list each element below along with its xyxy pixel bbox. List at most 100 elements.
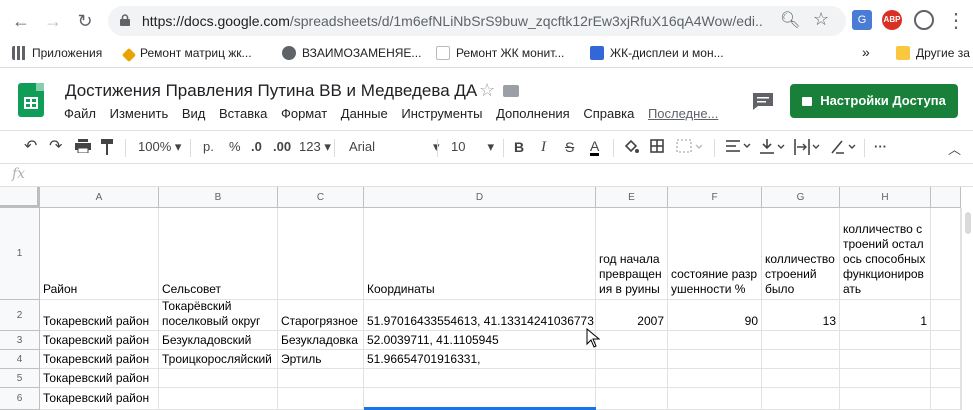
menu-addons[interactable]: Дополнения bbox=[496, 106, 570, 121]
horizontal-align-icon[interactable] bbox=[726, 139, 752, 156]
cell-i6[interactable] bbox=[931, 388, 961, 410]
cell-h1[interactable]: колличество строений осталось способных … bbox=[840, 208, 931, 300]
cell-f2[interactable]: 90 bbox=[668, 300, 762, 331]
menu-format[interactable]: Формат bbox=[281, 106, 327, 121]
cell-h6[interactable] bbox=[840, 388, 931, 410]
row-header-3[interactable]: 3 bbox=[0, 331, 40, 350]
row-header-4[interactable]: 4 bbox=[0, 350, 40, 369]
cell-a5[interactable]: Токаревский район bbox=[40, 369, 159, 388]
merge-cells-icon[interactable] bbox=[676, 139, 703, 156]
cell-c3[interactable]: Безукладовка bbox=[278, 331, 364, 350]
cell-e4[interactable] bbox=[596, 350, 668, 369]
bookmark-other-folder[interactable]: Другие за bbox=[896, 46, 970, 60]
select-all-corner[interactable] bbox=[0, 187, 40, 208]
globe-extension-icon[interactable] bbox=[914, 10, 934, 30]
cell-c6[interactable] bbox=[278, 388, 364, 410]
bookmark-item[interactable]: Ремонт ЖК монит... bbox=[436, 46, 564, 60]
menu-help[interactable]: Справка bbox=[583, 106, 634, 121]
cell-h2[interactable]: 1 bbox=[840, 300, 931, 331]
column-header-d[interactable]: D bbox=[364, 187, 596, 208]
cell-c2[interactable]: Старогрязное bbox=[278, 300, 364, 331]
cell-b2[interactable]: Токарёвский поселковый округ bbox=[159, 300, 278, 331]
spreadsheet-grid[interactable]: A B C D E F G H 1 2 3 4 5 6 Район Сельсо… bbox=[0, 187, 973, 410]
row-header-1[interactable]: 1 bbox=[0, 208, 40, 300]
cell-h5[interactable] bbox=[840, 369, 931, 388]
menu-edit[interactable]: Изменить bbox=[110, 106, 169, 121]
adblock-extension-icon[interactable]: ABP bbox=[882, 10, 902, 30]
move-folder-icon[interactable] bbox=[503, 85, 519, 97]
browser-menu-icon[interactable]: ⋮ bbox=[945, 10, 967, 32]
cell-h3[interactable] bbox=[840, 331, 931, 350]
collapse-menu-icon[interactable]: ︿ bbox=[948, 139, 961, 158]
cell-f3[interactable] bbox=[668, 331, 762, 350]
cell-a3[interactable]: Токаревский район bbox=[40, 331, 159, 350]
italic-button[interactable]: I bbox=[541, 139, 546, 156]
cell-a6[interactable]: Токаревский район bbox=[40, 388, 159, 410]
column-header-a[interactable]: A bbox=[40, 187, 159, 208]
cell-e1[interactable]: год начала превращения в руины bbox=[596, 208, 668, 300]
currency-format-button[interactable]: р. bbox=[203, 139, 214, 154]
back-arrow-icon[interactable]: ← bbox=[10, 10, 32, 32]
bookmark-apps[interactable]: Приложения bbox=[12, 46, 102, 60]
cell-a2[interactable]: Токаревский район bbox=[40, 300, 159, 331]
menu-insert[interactable]: Вставка bbox=[219, 106, 267, 121]
cell-b3[interactable]: Безукладовский bbox=[159, 331, 278, 350]
last-edit-link[interactable]: Последне... bbox=[648, 106, 718, 121]
cell-a1[interactable]: Район bbox=[40, 208, 159, 300]
fill-color-icon[interactable] bbox=[623, 139, 639, 158]
cell-g6[interactable] bbox=[762, 388, 840, 410]
sheets-logo-icon[interactable] bbox=[18, 83, 44, 117]
vertical-align-icon[interactable] bbox=[760, 139, 786, 158]
cell-d4[interactable]: 51.96654701916331, 41.05559705615045 bbox=[364, 350, 596, 369]
column-header-e[interactable]: E bbox=[596, 187, 668, 208]
column-header-f[interactable]: F bbox=[668, 187, 762, 208]
bookmark-item[interactable]: ВЗАИМОЗАМЕНЯЕ... bbox=[282, 46, 421, 60]
text-wrapping-icon[interactable] bbox=[794, 139, 822, 158]
zoom-select[interactable]: 100% ▾ bbox=[138, 139, 181, 155]
reload-icon[interactable]: ↻ bbox=[74, 10, 96, 32]
cell-b4[interactable]: Троицкоросляйский bbox=[159, 350, 278, 369]
cell-g4[interactable] bbox=[762, 350, 840, 369]
cell-b1[interactable]: Сельсовет bbox=[159, 208, 278, 300]
menu-file[interactable]: Файл bbox=[64, 106, 96, 121]
font-size-select[interactable]: 10 ▾ bbox=[451, 139, 494, 155]
cell-i3[interactable] bbox=[931, 331, 961, 350]
cell-g2[interactable]: 13 bbox=[762, 300, 840, 331]
increase-decimal-button[interactable]: .00 bbox=[273, 139, 291, 154]
cell-c1[interactable] bbox=[278, 208, 364, 300]
document-title[interactable]: Достижения Правления Путина ВВ и Медведе… bbox=[65, 81, 477, 101]
translate-extension-icon[interactable]: G bbox=[852, 10, 872, 30]
cell-d5[interactable] bbox=[364, 369, 596, 388]
paint-format-icon[interactable] bbox=[101, 139, 113, 158]
percent-format-button[interactable]: % bbox=[229, 139, 241, 154]
row-header-5[interactable]: 5 bbox=[0, 369, 40, 388]
font-select[interactable]: Arial▾ bbox=[349, 139, 440, 155]
menu-data[interactable]: Данные bbox=[341, 106, 388, 121]
column-header-g[interactable]: G bbox=[762, 187, 840, 208]
formula-bar[interactable]: fx bbox=[0, 164, 973, 187]
address-bar[interactable]: https://docs.google.com/spreadsheets/d/1… bbox=[108, 6, 846, 36]
row-header-6[interactable]: 6 bbox=[0, 388, 40, 410]
text-rotation-icon[interactable] bbox=[830, 139, 858, 158]
cell-d2[interactable]: 51.97016433554613, 41.13314241036773 bbox=[364, 300, 596, 331]
cell-e6[interactable] bbox=[596, 388, 668, 410]
cell-a4[interactable]: Токаревский район bbox=[40, 350, 159, 369]
undo-icon[interactable]: ↶ bbox=[24, 136, 37, 156]
bookmark-item[interactable]: Ремонт матриц жк... bbox=[121, 46, 252, 63]
cell-e2[interactable]: 2007 bbox=[596, 300, 668, 331]
print-icon[interactable] bbox=[75, 139, 91, 156]
menu-tools[interactable]: Инструменты bbox=[401, 106, 482, 121]
cell-i1[interactable] bbox=[931, 208, 961, 300]
decrease-decimal-button[interactable]: .0 bbox=[251, 139, 262, 154]
more-formats-select[interactable]: 123 ▾ bbox=[299, 139, 331, 155]
column-header-h[interactable]: H bbox=[840, 187, 931, 208]
cell-f4[interactable] bbox=[668, 350, 762, 369]
cell-i2[interactable] bbox=[931, 300, 961, 331]
cell-i5[interactable] bbox=[931, 369, 961, 388]
cell-c5[interactable] bbox=[278, 369, 364, 388]
cell-e5[interactable] bbox=[596, 369, 668, 388]
column-header-b[interactable]: B bbox=[159, 187, 278, 208]
cell-i4[interactable] bbox=[931, 350, 961, 369]
cell-g1[interactable]: колличество строений было bbox=[762, 208, 840, 300]
column-header-extra[interactable] bbox=[931, 187, 961, 208]
